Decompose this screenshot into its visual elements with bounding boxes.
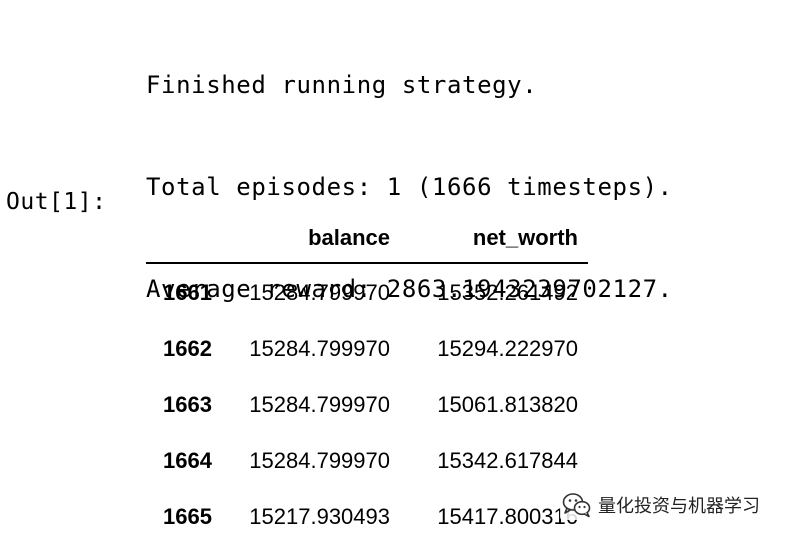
row-index: 1665 [163, 504, 212, 529]
output-prompt: Out[1]: [6, 189, 107, 215]
watermark-text: 量化投资与机器学习 [598, 496, 760, 517]
watermark: 量化投资与机器学习 [560, 490, 764, 520]
stdout-line: Finished running strategy. [146, 71, 538, 99]
balance-cell: 15284.799970 [249, 392, 390, 417]
table-row: 1665 15217.930493 15417.800316 [146, 488, 588, 539]
table-row: 1663 15284.799970 15061.813820 [146, 376, 588, 432]
column-header-balance: balance [214, 214, 390, 264]
net-worth-cell: 15061.813820 [437, 392, 578, 417]
dataframe-table: balance net_worth 1661 15284.799970 1535… [146, 214, 588, 539]
row-index: 1661 [163, 280, 212, 305]
wechat-icon [562, 492, 592, 518]
balance-cell: 15284.799970 [249, 448, 390, 473]
column-header-net-worth: net_worth [390, 214, 588, 264]
balance-cell: 15217.930493 [249, 504, 390, 529]
net-worth-cell: 15352.261492 [437, 280, 578, 305]
index-header [146, 214, 214, 264]
table-row: 1661 15284.799970 15352.261492 [146, 263, 588, 320]
table-row: 1662 15284.799970 15294.222970 [146, 320, 588, 376]
net-worth-cell: 15294.222970 [437, 336, 578, 361]
row-index: 1664 [163, 448, 212, 473]
balance-cell: 15284.799970 [249, 336, 390, 361]
row-index: 1663 [163, 392, 212, 417]
table-row: 1664 15284.799970 15342.617844 [146, 432, 588, 488]
balance-cell: 15284.799970 [249, 280, 390, 305]
net-worth-cell: 15417.800316 [437, 504, 578, 529]
row-index: 1662 [163, 336, 212, 361]
stdout-line: Total episodes: 1 (1666 timesteps). [146, 173, 673, 201]
net-worth-cell: 15342.617844 [437, 448, 578, 473]
header-row: balance net_worth [146, 214, 588, 264]
